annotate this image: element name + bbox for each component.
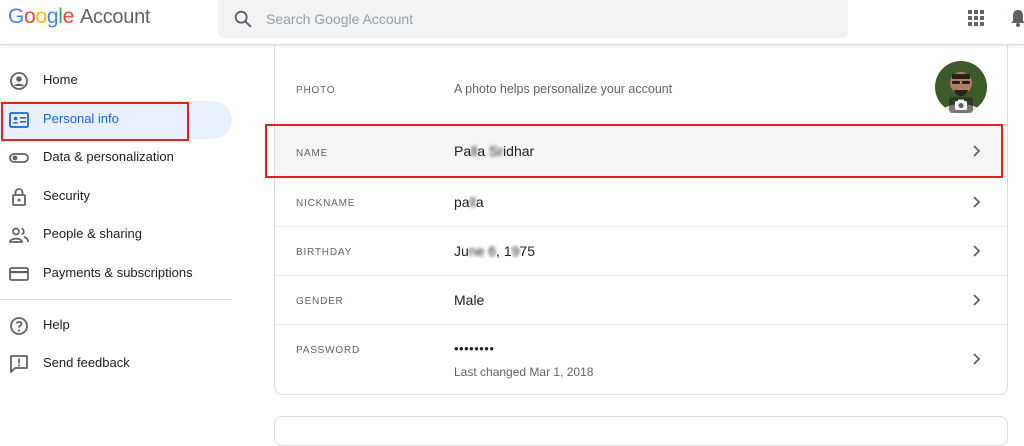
birthday-redacted: ne 6 (468, 243, 497, 259)
nickname-row[interactable]: NICKNAME palla (275, 177, 1007, 227)
birthday-redacted: 9 (511, 243, 520, 259)
birthday-text: , 1 (496, 243, 512, 259)
birthday-value: June 6, 1975 (454, 243, 535, 259)
next-card (274, 416, 1008, 446)
password-last-changed: Last changed Mar 1, 2018 (454, 365, 594, 379)
sidebar-item-security[interactable]: Security (0, 178, 232, 216)
name-text: Pa (454, 143, 472, 159)
lock-icon (12, 188, 26, 206)
chevron-right-icon[interactable] (969, 352, 983, 366)
name-redacted: Sr (489, 143, 504, 159)
chevron-right-icon[interactable] (969, 244, 983, 258)
password-row[interactable]: PASSWORD •••••••• Last changed Mar 1, 20… (275, 325, 1007, 394)
nickname-value: palla (454, 194, 484, 210)
credit-card-icon (9, 267, 29, 281)
toggle-icon (9, 153, 29, 163)
gender-value: Male (454, 292, 485, 308)
sidebar-item-help[interactable]: Help (0, 307, 232, 345)
home-account-icon (10, 72, 28, 90)
notifications-icon[interactable] (1008, 8, 1024, 28)
nickname-redacted: ll (469, 194, 476, 210)
name-label: NAME (296, 148, 329, 159)
sidebar-item-people-sharing[interactable]: People & sharing (0, 216, 232, 254)
camera-icon[interactable] (949, 97, 973, 113)
sidebar-divider (0, 299, 232, 300)
chevron-right-icon[interactable] (969, 144, 983, 158)
logo-letter: e (62, 5, 75, 28)
profile-card: PHOTO A photo helps personalize your acc… (274, 45, 1008, 395)
nickname-text: pa (454, 194, 470, 210)
sidebar-item-send-feedback[interactable]: Send feedback (0, 345, 232, 383)
sidebar-item-label: Send feedback (43, 355, 130, 370)
photo-description: A photo helps personalize your account (454, 82, 673, 96)
sidebar-item-label: Payments & subscriptions (43, 265, 193, 280)
photo-row[interactable]: PHOTO A photo helps personalize your acc… (275, 45, 1007, 125)
sidebar-item-label: People & sharing (43, 226, 143, 241)
search-input[interactable] (266, 8, 826, 30)
logo-letter: o (35, 5, 47, 28)
photo-label: PHOTO (296, 85, 336, 96)
sidebar-item-label: Security (43, 188, 90, 203)
help-icon (10, 317, 28, 335)
gender-label: GENDER (296, 296, 344, 307)
name-text: idhar (503, 143, 535, 159)
apps-grid-icon[interactable] (966, 8, 986, 28)
name-value: Palla Sridhar (454, 143, 534, 159)
google-account-logo[interactable]: Google Account (8, 5, 150, 29)
name-redacted: ll (471, 143, 478, 159)
sidebar-item-label: Data & personalization (43, 149, 174, 164)
nickname-text: a (475, 194, 484, 210)
search-icon[interactable] (232, 8, 254, 30)
logo-letter: G (8, 5, 25, 28)
feedback-icon (10, 355, 28, 373)
birthday-text: Ju (454, 243, 469, 259)
name-row[interactable]: NAME Palla Sridhar (275, 125, 1007, 177)
id-card-icon (9, 112, 29, 128)
birthday-text: 75 (519, 243, 535, 259)
sidebar-item-personal-info[interactable]: Personal info (0, 101, 232, 139)
birthday-label: BIRTHDAY (296, 247, 353, 258)
sidebar-item-home[interactable]: Home (0, 62, 232, 100)
logo-letter: g (46, 5, 59, 28)
sidebar-item-label: Personal info (43, 111, 119, 126)
nickname-label: NICKNAME (296, 198, 356, 209)
sidebar-item-payments[interactable]: Payments & subscriptions (0, 255, 232, 293)
logo-letter: o (24, 5, 36, 28)
search-bar[interactable] (218, 0, 848, 38)
top-app-bar: Google Account (0, 0, 1024, 45)
password-masked-value: •••••••• (454, 341, 495, 356)
chevron-right-icon[interactable] (969, 195, 983, 209)
sidebar-nav: Home Personal info Data & personalizatio… (0, 45, 240, 427)
people-icon (9, 227, 29, 243)
name-text: a (477, 143, 490, 159)
birthday-row[interactable]: BIRTHDAY June 6, 1975 (275, 227, 1007, 276)
sidebar-item-data-personalization[interactable]: Data & personalization (0, 139, 232, 177)
password-label: PASSWORD (296, 345, 360, 356)
account-wordmark: Account (79, 6, 151, 28)
sidebar-item-label: Help (43, 317, 70, 332)
gender-row[interactable]: GENDER Male (275, 276, 1007, 325)
sidebar-item-label: Home (43, 72, 78, 87)
chevron-right-icon[interactable] (969, 293, 983, 307)
